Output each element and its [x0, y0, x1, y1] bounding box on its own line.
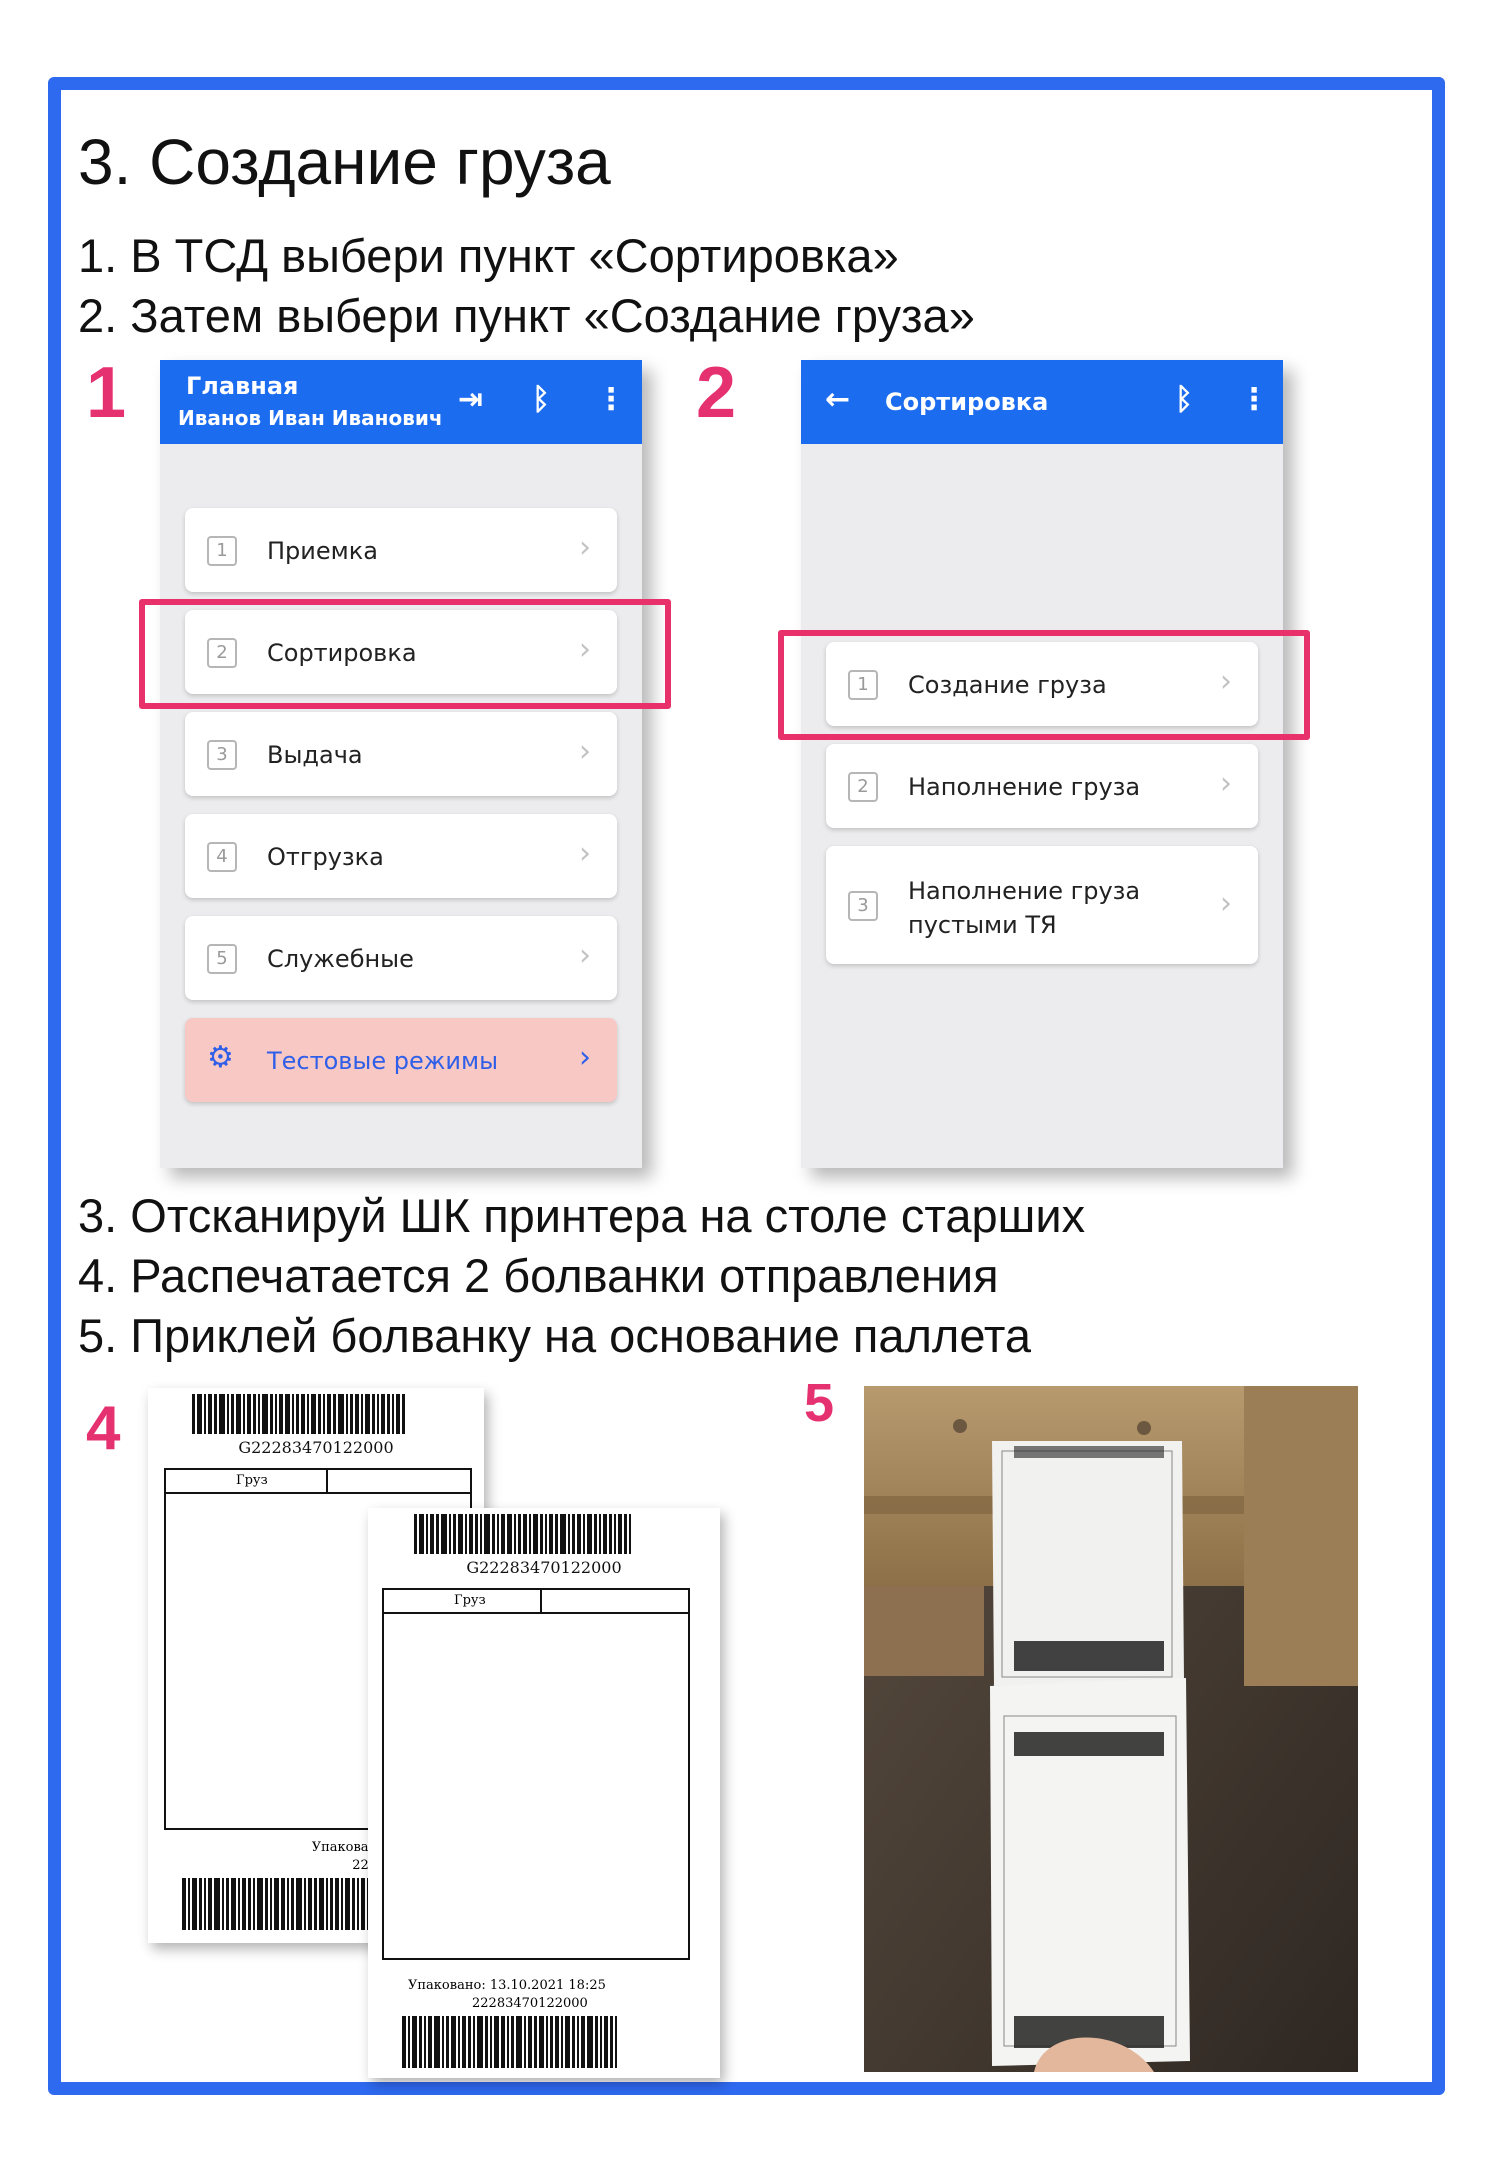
menu-item-fill-cargo-empty[interactable]: 3 Наполнение груза пустыми ТЯ › — [826, 846, 1258, 964]
item-index: 2 — [848, 772, 878, 802]
bluetooth-icon[interactable]: ᛒ — [1175, 382, 1193, 417]
marker-1: 1 — [86, 353, 127, 433]
label-code: G22283470122000 — [466, 1558, 622, 1577]
user-name: Иванов Иван Иванович — [178, 406, 443, 430]
item-label: Служебные — [267, 945, 414, 973]
chevron-right-icon: › — [1220, 766, 1232, 801]
chevron-right-icon: › — [579, 1040, 591, 1075]
item-label: Наполнение груза пустыми ТЯ — [908, 877, 1141, 939]
menu-item-sluzhebnye[interactable]: 5 Служебные › — [185, 916, 617, 1000]
gear-icon: ⚙ — [207, 1040, 234, 1075]
shipping-label-front: G22283470122000 Груз Упаковано: 13.10.20… — [368, 1508, 720, 2078]
step-2: 2. Затем выбери пункт «Создание груза» — [78, 289, 975, 342]
chevron-right-icon: › — [579, 734, 591, 769]
highlight-sortirovka — [139, 599, 671, 709]
step-3: 3. Отсканируй ШК принтера на столе старш… — [78, 1189, 1086, 1242]
item-index: 4 — [207, 842, 237, 872]
bluetooth-icon[interactable]: ᛒ — [532, 382, 550, 417]
pallet-photo — [864, 1386, 1358, 2072]
label-number: 22283470122000 — [472, 1996, 588, 2011]
item-label: Выдача — [267, 741, 363, 769]
menu-item-vydacha[interactable]: 3 Выдача › — [185, 712, 617, 796]
item-label: Наполнение груза — [908, 773, 1141, 801]
item-index: 3 — [848, 891, 878, 921]
barcode — [192, 1394, 442, 1434]
back-arrow-icon[interactable]: ← — [825, 382, 850, 417]
step-1: 1. В ТСД выбери пункт «Сортировка» — [78, 229, 899, 282]
app-bar-main: Главная Иванов Иван Иванович ⇥ ᛒ ⋮ — [160, 360, 642, 444]
item-label: Приемка — [267, 537, 378, 565]
more-icon[interactable]: ⋮ — [596, 382, 626, 417]
step-4: 4. Распечатается 2 болванки отправления — [78, 1249, 999, 1302]
item-index: 1 — [207, 536, 237, 566]
item-index: 5 — [207, 944, 237, 974]
menu-item-fill-cargo[interactable]: 2 Наполнение груза › — [826, 744, 1258, 828]
cargo-label: Груз — [454, 1593, 486, 1608]
screen-main: Главная Иванов Иван Иванович ⇥ ᛒ ⋮ 1 При… — [160, 360, 642, 1168]
item-label: Отгрузка — [267, 843, 384, 871]
page-title: 3. Создание груза — [78, 126, 611, 198]
highlight-create-cargo — [778, 630, 1310, 740]
marker-4: 4 — [86, 1394, 121, 1463]
app-bar-title: Сортировка — [885, 388, 1049, 416]
menu-item-otgruzka[interactable]: 4 Отгрузка › — [185, 814, 617, 898]
item-index: 3 — [207, 740, 237, 770]
chevron-right-icon: › — [579, 530, 591, 565]
label-table-header: Груз — [166, 1470, 470, 1494]
label-table-header: Груз — [384, 1590, 688, 1614]
barcode — [414, 1514, 674, 1554]
logout-icon[interactable]: ⇥ — [458, 382, 483, 417]
chevron-right-icon: › — [579, 938, 591, 973]
menu-item-test-modes[interactable]: ⚙ Тестовые режимы › — [185, 1018, 617, 1102]
label-table: Груз — [382, 1588, 690, 1960]
marker-2: 2 — [696, 353, 737, 433]
step-5: 5. Приклей болванку на основание паллета — [78, 1309, 1032, 1362]
item-label: Тестовые режимы — [267, 1047, 499, 1075]
more-icon[interactable]: ⋮ — [1239, 382, 1269, 417]
chevron-right-icon: › — [579, 836, 591, 871]
app-bar-title: Главная — [186, 372, 299, 400]
chevron-right-icon: › — [1220, 886, 1232, 921]
cargo-label: Груз — [236, 1473, 268, 1488]
screen-sortirovka: ← Сортировка ᛒ ⋮ 1 Создание груза › 2 На… — [801, 360, 1283, 1168]
pallet-photo-illustration — [864, 1386, 1358, 2072]
menu-item-priemka[interactable]: 1 Приемка › — [185, 508, 617, 592]
marker-5: 5 — [804, 1373, 835, 1433]
label-code: G22283470122000 — [238, 1438, 394, 1457]
barcode — [402, 2016, 702, 2068]
packed-date: Упаковано: 13.10.2021 18:25 — [408, 1978, 606, 1993]
app-bar-sortirovka: ← Сортировка ᛒ ⋮ — [801, 360, 1283, 444]
